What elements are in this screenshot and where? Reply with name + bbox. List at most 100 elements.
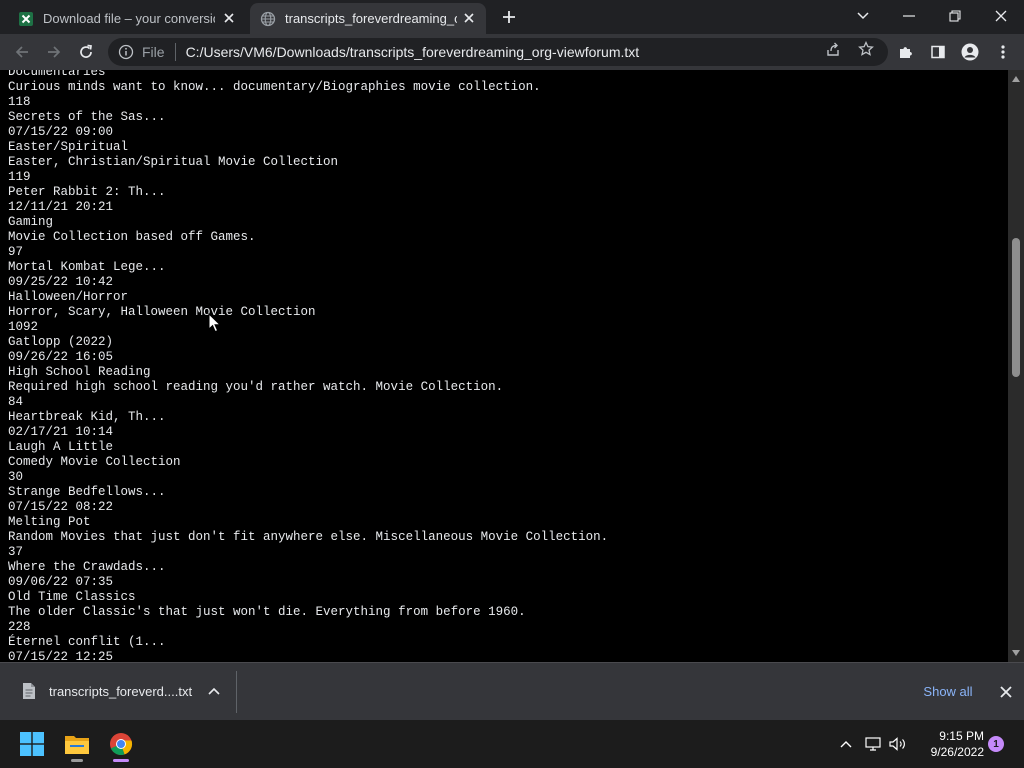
text-line: Gatlopp (2022) bbox=[8, 335, 114, 349]
arrow-right-icon bbox=[48, 46, 61, 58]
folder-icon bbox=[65, 736, 89, 754]
text-line: 07/15/22 12:25 bbox=[8, 650, 114, 662]
text-line: The older Classic's that just won't die.… bbox=[8, 605, 526, 619]
profile-button[interactable] bbox=[957, 39, 983, 65]
close-download-shelf-button[interactable] bbox=[996, 682, 1016, 702]
network-button[interactable] bbox=[863, 734, 883, 754]
download-divider bbox=[236, 671, 237, 713]
text-line: Halloween/Horror bbox=[8, 290, 129, 304]
notification-badge[interactable]: 1 bbox=[988, 736, 1004, 752]
triangle-up-icon bbox=[1012, 76, 1020, 82]
text-viewer[interactable]: Documentaries Curious minds want to know.… bbox=[0, 70, 1008, 662]
new-tab-button[interactable] bbox=[498, 6, 520, 28]
tab-title: transcripts_foreverdreaming_org bbox=[285, 11, 457, 26]
profile-icon bbox=[961, 43, 979, 61]
text-line: 09/06/22 07:35 bbox=[8, 575, 114, 589]
side-panel-icon bbox=[931, 45, 945, 59]
back-button[interactable] bbox=[9, 39, 35, 65]
speaker-icon bbox=[889, 737, 905, 751]
forward-button[interactable] bbox=[41, 39, 67, 65]
text-line: Melting Pot bbox=[8, 515, 91, 529]
text-line: 30 bbox=[8, 470, 24, 484]
chevron-down-icon bbox=[857, 12, 869, 20]
puzzle-icon bbox=[900, 47, 912, 58]
windows-taskbar: 9:15 PM 9/26/2022 1 bbox=[0, 720, 1024, 768]
volume-button[interactable] bbox=[888, 734, 908, 754]
reload-button[interactable] bbox=[73, 39, 99, 65]
text-line: Random Movies that just don't fit anywhe… bbox=[8, 530, 609, 544]
side-panel-button[interactable] bbox=[925, 39, 951, 65]
tab-close-icon[interactable] bbox=[462, 11, 476, 25]
restore-button[interactable] bbox=[932, 4, 978, 28]
close-window-button[interactable] bbox=[978, 4, 1024, 28]
tab-title: Download file – your conversion bbox=[43, 11, 215, 26]
plus-icon bbox=[503, 11, 515, 23]
text-line: Curious minds want to know... documentar… bbox=[8, 80, 541, 94]
text-line: 228 bbox=[8, 620, 31, 634]
address-bar[interactable]: File C:/Users/VM6/Downloads/transcripts_… bbox=[108, 38, 888, 66]
text-line: 119 bbox=[8, 170, 31, 184]
text-line: 09/25/22 10:42 bbox=[8, 275, 114, 289]
chrome-taskbar-button[interactable] bbox=[103, 726, 139, 762]
clock-time: 9:15 PM bbox=[939, 729, 984, 743]
file-icon bbox=[23, 683, 35, 699]
tab-download-file[interactable]: Download file – your conversion bbox=[8, 3, 246, 34]
vertical-scrollbar[interactable] bbox=[1008, 70, 1024, 662]
more-vertical-icon bbox=[1001, 45, 1005, 59]
extensions-button[interactable] bbox=[893, 39, 919, 65]
text-line: Laugh A Little bbox=[8, 440, 114, 454]
text-line: Easter/Spiritual bbox=[8, 140, 129, 154]
text-line: Éternel conflit (1... bbox=[8, 635, 166, 649]
chrome-icon bbox=[110, 733, 133, 756]
restore-icon bbox=[949, 10, 961, 22]
text-line: 1092 bbox=[8, 320, 39, 334]
text-line: Secrets of the Sas... bbox=[8, 110, 166, 124]
triangle-down-icon bbox=[1012, 650, 1020, 656]
text-line: Mortal Kombat Lege... bbox=[8, 260, 166, 274]
chevron-up-icon bbox=[208, 687, 220, 695]
share-icon bbox=[827, 42, 839, 56]
network-icon bbox=[865, 737, 881, 751]
text-line: Where the Crawdads... bbox=[8, 560, 166, 574]
url-text[interactable]: C:/Users/VM6/Downloads/transcripts_forev… bbox=[186, 44, 640, 60]
text-line: Peter Rabbit 2: Th... bbox=[8, 185, 166, 199]
taskbar-clock[interactable]: 9:15 PM 9/26/2022 bbox=[914, 728, 984, 760]
globe-icon bbox=[260, 11, 276, 27]
minimize-icon bbox=[903, 15, 915, 17]
mouse-cursor-icon bbox=[208, 313, 222, 333]
text-line: High School Reading bbox=[8, 365, 151, 379]
scroll-down-button[interactable] bbox=[1008, 646, 1024, 660]
tab-transcripts[interactable]: transcripts_foreverdreaming_org bbox=[250, 3, 486, 34]
bookmark-button[interactable] bbox=[855, 38, 877, 60]
download-file-name: transcripts_foreverd....txt bbox=[49, 683, 193, 699]
minimize-button[interactable] bbox=[886, 4, 932, 28]
text-line: Old Time Classics bbox=[8, 590, 136, 604]
star-icon bbox=[858, 41, 874, 56]
text-line: Heartbreak Kid, Th... bbox=[8, 410, 166, 424]
text-line: 37 bbox=[8, 545, 24, 559]
tab-search-button[interactable] bbox=[840, 4, 886, 28]
close-icon bbox=[1000, 686, 1012, 698]
arrow-left-icon bbox=[15, 46, 28, 58]
text-line: Easter, Christian/Spiritual Movie Collec… bbox=[8, 155, 339, 169]
tab-close-icon[interactable] bbox=[222, 11, 236, 25]
windows-logo-icon bbox=[20, 732, 44, 756]
menu-button[interactable] bbox=[990, 39, 1016, 65]
file-explorer-taskbar-button[interactable] bbox=[59, 726, 95, 762]
download-shelf: transcripts_foreverd....txt Show all bbox=[0, 662, 1024, 720]
text-line: 02/17/21 10:14 bbox=[8, 425, 114, 439]
text-line: Documentaries bbox=[8, 70, 106, 79]
info-icon[interactable] bbox=[118, 44, 134, 60]
close-icon bbox=[995, 10, 1007, 22]
text-line: 09/26/22 16:05 bbox=[8, 350, 114, 364]
download-item[interactable]: transcripts_foreverd....txt bbox=[12, 671, 236, 711]
share-button[interactable] bbox=[822, 38, 844, 60]
scroll-up-button[interactable] bbox=[1008, 72, 1024, 86]
excel-icon bbox=[18, 11, 34, 27]
download-options-button[interactable] bbox=[206, 683, 222, 699]
reload-icon bbox=[80, 44, 92, 58]
scrollbar-thumb[interactable] bbox=[1012, 238, 1020, 377]
start-button[interactable] bbox=[14, 726, 50, 762]
show-hidden-icons-button[interactable] bbox=[836, 734, 856, 754]
show-all-button[interactable]: Show all bbox=[916, 681, 980, 701]
